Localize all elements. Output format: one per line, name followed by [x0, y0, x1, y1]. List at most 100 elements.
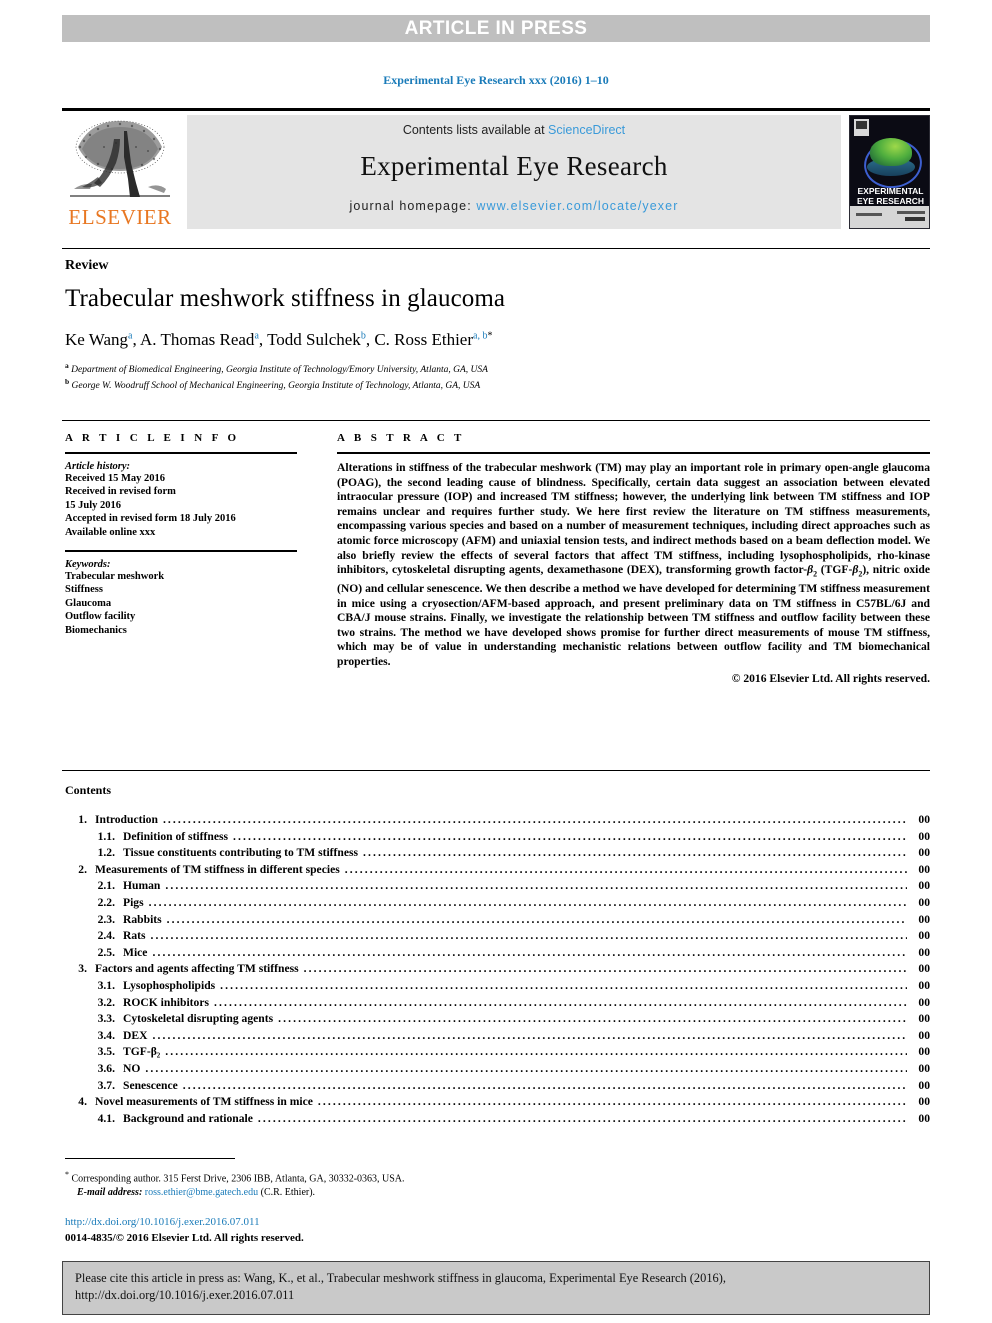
toc-row[interactable]: 1. Introduction..........................… — [65, 812, 930, 829]
email-label: E-mail address: — [77, 1186, 143, 1198]
article-info-heading: A R T I C L E I N F O — [65, 432, 240, 444]
article-info-column: A R T I C L E I N F O Article history: R… — [65, 432, 297, 637]
author-0-name: Ke Wang — [65, 330, 128, 349]
abstract-part-1: Alterations in stiffness of the trabecul… — [337, 461, 930, 577]
keyword-4: Biomechanics — [65, 624, 127, 636]
toc-row[interactable]: 4. Novel measurements of TM stiffness in … — [65, 1094, 930, 1111]
toc-item-number: 3.5. — [97, 1045, 115, 1059]
toc-item-number: 2.5. — [97, 945, 115, 959]
abstract-copyright: © 2016 Elsevier Ltd. All rights reserved… — [731, 671, 930, 685]
toc-item-number: 2.3. — [97, 912, 115, 926]
toc-item-number: 3.4. — [97, 1028, 115, 1042]
toc-leader-dots: ........................................… — [344, 862, 907, 876]
affiliation-a-text: Department of Biomedical Engineering, Ge… — [71, 365, 488, 376]
cover-bottom-strip — [850, 206, 929, 228]
table-of-contents: 1. Introduction..........................… — [65, 812, 930, 1127]
toc-row[interactable]: 3.3. Cytoskeletal disrupting agents......… — [65, 1011, 930, 1028]
toc-item-label: Cytoskeletal disrupting agents — [123, 1012, 274, 1026]
article-kind-label: Review — [65, 258, 109, 273]
toc-item-label: Rabbits — [123, 912, 162, 926]
author-1-name: A. Thomas Read — [140, 330, 255, 349]
toc-item-number: 4.1. — [97, 1111, 115, 1125]
article-history-3: Accepted in revised form 18 July 2016 — [65, 513, 236, 525]
toc-leader-dots: ........................................… — [232, 829, 907, 843]
toc-item-number: 2.2. — [97, 895, 115, 909]
toc-item-label: Definition of stiffness — [123, 829, 228, 843]
toc-row[interactable]: 3.7. Senescence..........................… — [65, 1078, 930, 1095]
toc-row[interactable]: 2.2. Pigs................................… — [65, 895, 930, 912]
author-0-sep: , — [132, 330, 141, 349]
toc-item-label: Introduction — [95, 813, 158, 826]
toc-leader-dots: ........................................… — [145, 1061, 907, 1075]
toc-item-number: 3.2. — [97, 995, 115, 1009]
doi-link[interactable]: http://dx.doi.org/10.1016/j.exer.2016.07… — [65, 1216, 260, 1228]
cover-title-line2: EYE RESEARCH — [856, 196, 925, 206]
elsevier-tree-icon — [70, 120, 170, 197]
affiliation-b-mark: b — [65, 377, 70, 387]
toc-row[interactable]: 2.3. Rabbits.............................… — [65, 912, 930, 929]
contents-heading: Contents — [65, 783, 112, 797]
toc-row[interactable]: 3.2. ROCK inhibitors.....................… — [65, 995, 930, 1012]
toc-leader-dots: ........................................… — [182, 1078, 907, 1092]
author-list: Ke Wanga, A. Thomas Reada, Todd Sulchekb… — [65, 330, 492, 350]
toc-item-page: 00 — [918, 1061, 930, 1075]
toc-row[interactable]: 1.2. Tissue constituents contributing to … — [65, 845, 930, 862]
affiliation-b: b George W. Woodruff School of Mechanica… — [65, 376, 488, 392]
toc-item-number: 3.3. — [97, 1012, 115, 1026]
abstract-mid: (TGF- — [817, 563, 853, 577]
toc-item-page: 00 — [918, 1045, 930, 1059]
toc-item-page: 00 — [918, 862, 930, 876]
keywords-block: Keywords: Trabecular meshwork Stiffness … — [65, 550, 297, 637]
article-history-2: 15 July 2016 — [65, 499, 122, 511]
journal-masthead: ELSEVIER Contents lists available at Sci… — [62, 108, 930, 233]
contents-top-rule — [62, 770, 930, 771]
toc-row[interactable]: 2.4. Rats................................… — [65, 928, 930, 945]
toc-item-number: 3.1. — [97, 978, 115, 992]
toc-row[interactable]: 3.5. TGF-β₂..............................… — [65, 1044, 930, 1061]
author-3: C. Ross Ethiera, b* — [374, 330, 492, 349]
toc-item-number: 2. — [78, 862, 87, 876]
affiliation-list: a Department of Biomedical Engineering, … — [65, 360, 488, 392]
toc-row[interactable]: 2.1. Human...............................… — [65, 878, 930, 895]
toc-item-label: Factors and agents affecting TM stiffnes… — [95, 962, 299, 976]
email-note: E-mail address: ross.ethier@bme.gatech.e… — [65, 1186, 665, 1200]
toc-row[interactable]: 3. Factors and agents affecting TM stiffn… — [65, 961, 930, 978]
footnote-rule — [65, 1158, 235, 1159]
toc-item-number: 4. — [78, 1095, 87, 1109]
toc-row[interactable]: 3.4. DEX.................................… — [65, 1028, 930, 1045]
toc-item-label: Rats — [123, 929, 146, 943]
keyword-2: Glaucoma — [65, 597, 112, 609]
keywords-title: Keywords: — [65, 559, 111, 571]
toc-leader-dots: ........................................… — [220, 978, 907, 992]
abstract-rule — [337, 452, 930, 454]
sciencedirect-link[interactable]: ScienceDirect — [548, 123, 625, 137]
toc-item-number: 2.4. — [97, 929, 115, 943]
toc-leader-dots: ........................................… — [165, 1045, 907, 1059]
toc-leader-dots: ........................................… — [150, 929, 907, 943]
toc-item-label: Mice — [123, 945, 148, 959]
toc-item-page: 00 — [918, 813, 930, 826]
article-in-press-banner: ARTICLE IN PRESS — [62, 15, 930, 42]
toc-row[interactable]: 3.6. NO..................................… — [65, 1061, 930, 1078]
issn-copyright-line: 0014-4835/© 2016 Elsevier Ltd. All right… — [65, 1232, 304, 1244]
toc-leader-dots: ........................................… — [278, 1012, 907, 1026]
author-3-affiliation-mark: a, b — [473, 330, 488, 342]
toc-item-label: ROCK inhibitors — [123, 995, 210, 1009]
cover-badge-icon — [854, 119, 869, 136]
toc-row[interactable]: 3.1. Lysophospholipids...................… — [65, 978, 930, 995]
email-link[interactable]: ross.ethier@bme.gatech.edu — [145, 1187, 258, 1198]
abstract-part-2: ), nitric oxide (NO) and cellular senesc… — [337, 563, 930, 669]
toc-row[interactable]: 4.1. Background and rationale............… — [65, 1111, 930, 1128]
journal-cover-thumbnail: EXPERIMENTAL EYE RESEARCH — [849, 115, 930, 229]
affiliation-a: a Department of Biomedical Engineering, … — [65, 360, 488, 376]
toc-row[interactable]: 2. Measurements of TM stiffness in differ… — [65, 862, 930, 879]
toc-item-label: Background and rationale — [123, 1111, 253, 1125]
email-attribution: (C.R. Ethier). — [260, 1186, 316, 1198]
toc-row[interactable]: 1.1. Definition of stiffness.............… — [65, 829, 930, 846]
toc-item-page: 00 — [918, 912, 930, 926]
toc-item-page: 00 — [918, 1028, 930, 1042]
journal-homepage-link[interactable]: www.elsevier.com/locate/yexer — [476, 199, 678, 213]
toc-row[interactable]: 2.5. Mice................................… — [65, 945, 930, 962]
article-in-press-label: ARTICLE IN PRESS — [404, 17, 588, 39]
page-title: Trabecular meshwork stiffness in glaucom… — [65, 285, 506, 312]
